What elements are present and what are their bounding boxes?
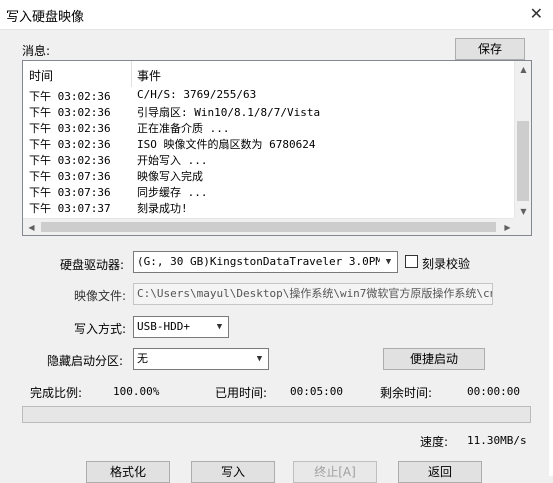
chevron-down-icon[interactable]: ▼ <box>380 252 397 272</box>
back-button[interactable]: 返回 <box>398 461 482 483</box>
drive-select[interactable]: (G:, 30 GB)KingstonDataTraveler 3.0PMAP … <box>133 251 398 273</box>
vertical-scrollbar[interactable]: ▲ ▼ <box>514 61 531 220</box>
log-row[interactable]: 下午 03:02:36 引导扇区: Win10/8.1/8/7/Vista <box>23 103 516 119</box>
log-time: 下午 03:02:36 <box>29 122 111 135</box>
vertical-scroll-thumb[interactable] <box>517 121 529 201</box>
terminate-button[interactable]: 终止[A] <box>293 461 377 483</box>
complete-value: 100.00% <box>113 385 160 398</box>
elapsed-value: 00:05:00 <box>290 385 343 398</box>
chevron-down-icon[interactable]: ▼ <box>211 317 228 337</box>
chevron-down-icon[interactable]: ▼ <box>251 349 268 369</box>
log-event: 正在准备介质 ... <box>137 122 230 135</box>
remaining-value: 00:00:00 <box>467 385 520 398</box>
horizontal-scroll-thumb[interactable] <box>41 222 496 232</box>
write-mode-select[interactable]: USB-HDD+ ▼ <box>133 316 229 338</box>
log-row[interactable]: 下午 03:07:37 刻录成功! <box>23 199 516 215</box>
column-header-time[interactable]: 时间 <box>29 67 53 84</box>
log-event: C/H/S: 3769/255/63 <box>137 88 257 101</box>
log-event: 开始写入 ... <box>137 154 208 167</box>
image-file-field[interactable]: C:\Users\mayul\Desktop\操作系统\win7微软官方原版操作… <box>133 283 493 305</box>
log-event: ISO 映像文件的扇区数为 6780624 <box>137 138 316 151</box>
log-time: 下午 03:02:36 <box>29 138 111 151</box>
log-row[interactable]: 下午 03:02:36 正在准备介质 ... <box>23 119 516 135</box>
log-row[interactable]: 下午 03:02:36 C/H/S: 3769/255/63 <box>23 87 516 103</box>
write-mode-label: 写入方式: <box>74 322 127 336</box>
write-mode-value: USB-HDD+ <box>137 320 190 333</box>
log-row[interactable]: 下午 03:07:36 映像写入完成 <box>23 167 516 183</box>
log-time: 下午 03:02:36 <box>29 90 111 103</box>
write-button[interactable]: 写入 <box>191 461 275 483</box>
horizontal-scrollbar[interactable]: ◀ ▶ <box>23 218 516 235</box>
log-time: 下午 03:02:36 <box>29 106 111 119</box>
log-time: 下午 03:02:36 <box>29 154 111 167</box>
log-row[interactable]: 下午 03:02:36 ISO 映像文件的扇区数为 6780624 <box>23 135 516 151</box>
format-button[interactable]: 格式化 <box>86 461 170 483</box>
window-title: 写入硬盘映像 <box>6 10 85 25</box>
log-time: 下午 03:07:36 <box>29 170 111 183</box>
image-file-label: 映像文件: <box>74 289 127 303</box>
title-bar: 写入硬盘映像 ✕ <box>0 0 553 30</box>
hidden-partition-value: 无 <box>137 352 148 365</box>
log-time: 下午 03:07:36 <box>29 186 111 199</box>
log-event: 映像写入完成 <box>137 170 203 183</box>
close-icon[interactable]: ✕ <box>530 4 543 23</box>
speed-value: 11.30MB/s <box>467 434 527 447</box>
column-divider[interactable] <box>131 61 132 87</box>
log-row[interactable]: 下午 03:02:36 开始写入 ... <box>23 151 516 167</box>
window-edge <box>549 30 553 476</box>
save-button[interactable]: 保存 <box>455 38 525 60</box>
log-rows: 下午 03:02:36 C/H/S: 3769/255/63 下午 03:02:3… <box>23 87 516 215</box>
triangle-left-icon[interactable]: ◀ <box>23 219 40 235</box>
hidden-partition-label: 隐藏启动分区: <box>47 354 124 368</box>
log-event: 引导扇区: Win10/8.1/8/7/Vista <box>137 106 321 119</box>
remaining-label: 剩余时间: <box>380 386 433 400</box>
complete-label: 完成比例: <box>30 386 83 400</box>
drive-label: 硬盘驱动器: <box>60 258 125 272</box>
log-time: 下午 03:07:37 <box>29 202 111 215</box>
elapsed-label: 已用时间: <box>215 386 268 400</box>
scroll-corner <box>514 218 531 235</box>
log-header: 时间 事件 <box>23 61 516 87</box>
log-event: 同步缓存 ... <box>137 186 208 199</box>
log-row[interactable]: 下午 03:07:36 同步缓存 ... <box>23 183 516 199</box>
log-event: 刻录成功! <box>137 202 188 215</box>
drive-value: (G:, 30 GB)KingstonDataTraveler 3.0PMAP <box>137 255 396 268</box>
quick-boot-button[interactable]: 便捷启动 <box>383 348 485 370</box>
triangle-up-icon[interactable]: ▲ <box>515 61 531 78</box>
messages-label: 消息: <box>22 44 51 58</box>
progress-bar <box>22 406 531 423</box>
column-header-event[interactable]: 事件 <box>137 67 161 84</box>
verify-label[interactable]: 刻录校验 <box>422 255 470 272</box>
hidden-partition-select[interactable]: 无 ▼ <box>133 348 269 370</box>
speed-label: 速度: <box>420 435 449 449</box>
verify-checkbox[interactable] <box>405 255 418 268</box>
message-log[interactable]: 时间 事件 下午 03:02:36 C/H/S: 3769/255/63 下午 0… <box>22 60 532 236</box>
